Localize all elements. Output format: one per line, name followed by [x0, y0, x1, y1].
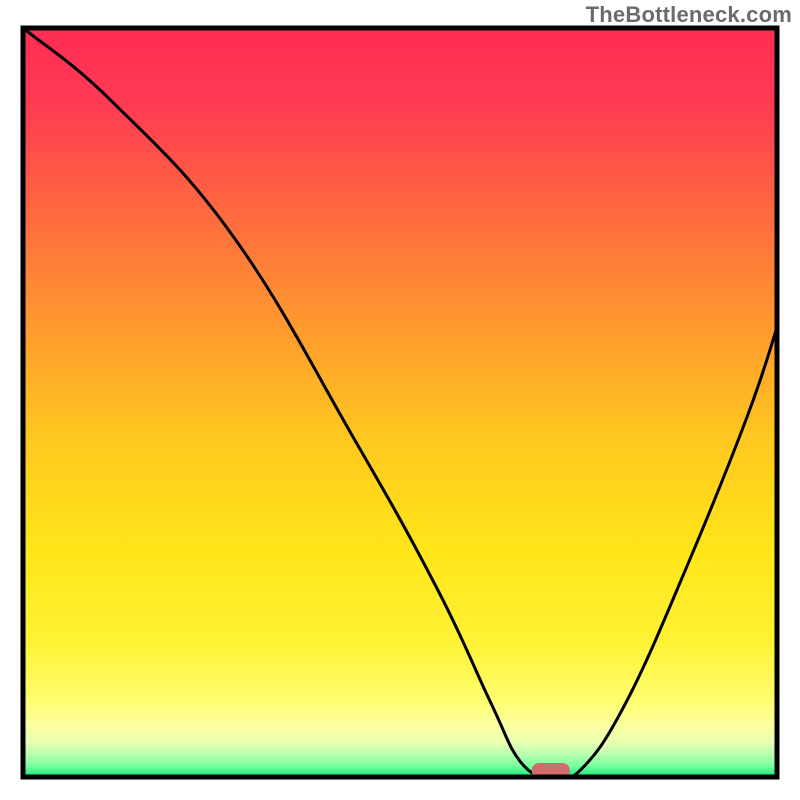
watermark-text: TheBottleneck.com	[586, 2, 792, 28]
chart-container: TheBottleneck.com	[0, 0, 800, 800]
bottleneck-chart-svg	[0, 0, 800, 800]
plot-background	[23, 28, 777, 777]
